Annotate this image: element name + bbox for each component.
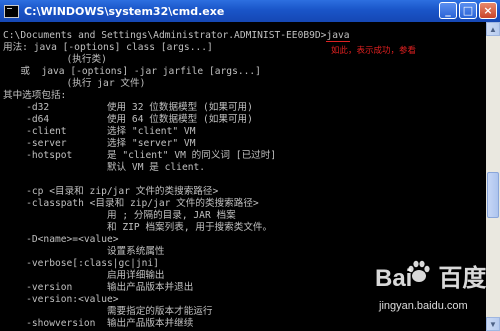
console-line: 用 ; 分隔的目录, JAR 档案 [3,210,236,221]
console-line: -d64 使用 64 位数据模型 (如果可用) [3,114,253,125]
window-title: C:\WINDOWS\system32\cmd.exe [24,4,225,18]
console-line: 启用详细输出 [3,270,165,281]
console-line: 设置系统属性 [3,246,165,257]
console-line: -cp <目录和 zip/jar 文件的类搜索路径> [3,186,219,197]
console-line: -version:<value> [3,294,119,305]
console-line: -D<name>=<value> [3,234,119,245]
console-line: 或 java [-options] -jar jarfile [args...] [3,66,261,77]
console-line: -classpath <目录和 zip/jar 文件的类搜索路径> [3,198,259,209]
console-line: -showversion 输出产品版本并继续 [3,318,194,329]
console-line: 其中选项包括: [3,90,67,101]
scroll-thumb[interactable] [487,172,499,218]
prompt-path: C:\Documents and Settings\Administrator.… [3,30,327,41]
console-line: -client 选择 "client" VM [3,126,196,137]
title-bar[interactable]: C:\WINDOWS\system32\cmd.exe _ □ × [0,0,500,22]
console-line: 用法: java [-options] class [args...] [3,42,213,53]
scroll-up-icon[interactable]: ▲ [486,22,500,36]
console-line: -verbose[:class|gc|jni] [3,258,159,269]
console-line: (执行类) [3,54,107,65]
scroll-down-icon[interactable]: ▼ [486,317,500,331]
console-line: -hotspot 是 "client" VM 的同义词 [已过时] [3,150,277,161]
vertical-scrollbar[interactable]: ▲ ▼ [486,22,500,331]
console-line: -version 输出产品版本并退出 [3,282,194,293]
typed-command: java [326,30,350,42]
console-output[interactable]: C:\Documents and Settings\Administrator.… [3,22,486,331]
console-line: (执行 jar 文件) [3,78,146,89]
red-annotation: 如此，表示成功，参看 [331,46,417,56]
console-line: -d32 使用 32 位数据模型 (如果可用) [3,102,253,113]
console-line: 默认 VM 是 client. [3,162,206,173]
close-button[interactable]: × [479,2,497,19]
prompt-line: C:\Documents and Settings\Administrator.… [3,30,350,42]
maximize-button[interactable]: □ [459,2,477,19]
console-line: -server 选择 "server" VM [3,138,196,149]
minimize-button[interactable]: _ [439,2,457,19]
console-line: 和 ZIP 档案列表, 用于搜索类文件。 [3,222,273,233]
cmd-window: C:\WINDOWS\system32\cmd.exe _ □ × C:\Doc… [0,0,500,331]
cmd-icon [4,4,19,18]
window-controls: _ □ × [439,2,497,19]
console-line: 需要指定的版本才能运行 [3,306,213,317]
